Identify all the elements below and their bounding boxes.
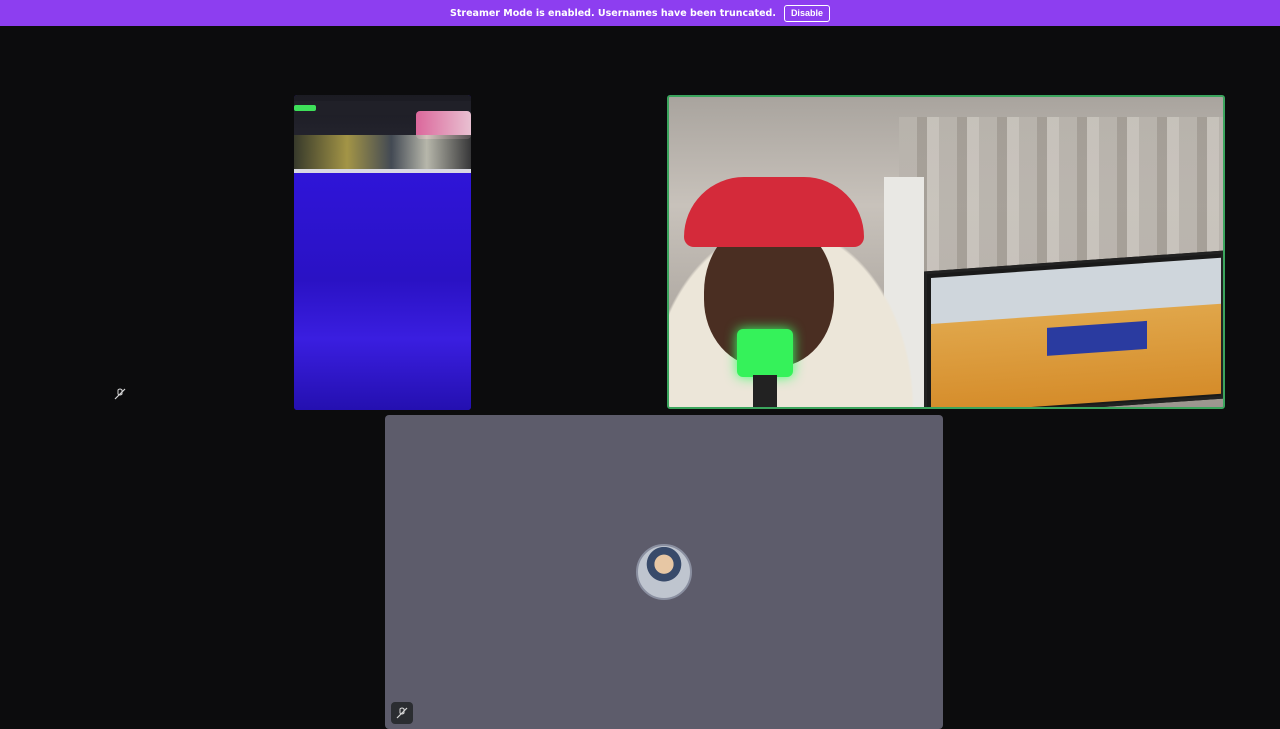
phone-screen-content [294, 95, 471, 173]
disable-streamer-mode-button[interactable]: Disable [783, 4, 830, 22]
screen-share-tile-phone[interactable] [294, 95, 471, 410]
voice-call-stage [0, 26, 1280, 729]
participant-tile-avatar[interactable] [385, 415, 943, 729]
tv-basketball-scene [924, 250, 1223, 407]
mic-off-icon [112, 386, 128, 402]
avatar [636, 544, 692, 600]
phone-glow-area [294, 173, 471, 410]
streamer-mode-notice: Streamer Mode is enabled. Usernames have… [0, 0, 1280, 26]
video-tile-speaking[interactable] [667, 95, 1225, 409]
streamer-mode-message: Streamer Mode is enabled. Usernames have… [450, 7, 776, 19]
microphone-light [737, 329, 793, 377]
mic-off-icon [391, 702, 413, 724]
